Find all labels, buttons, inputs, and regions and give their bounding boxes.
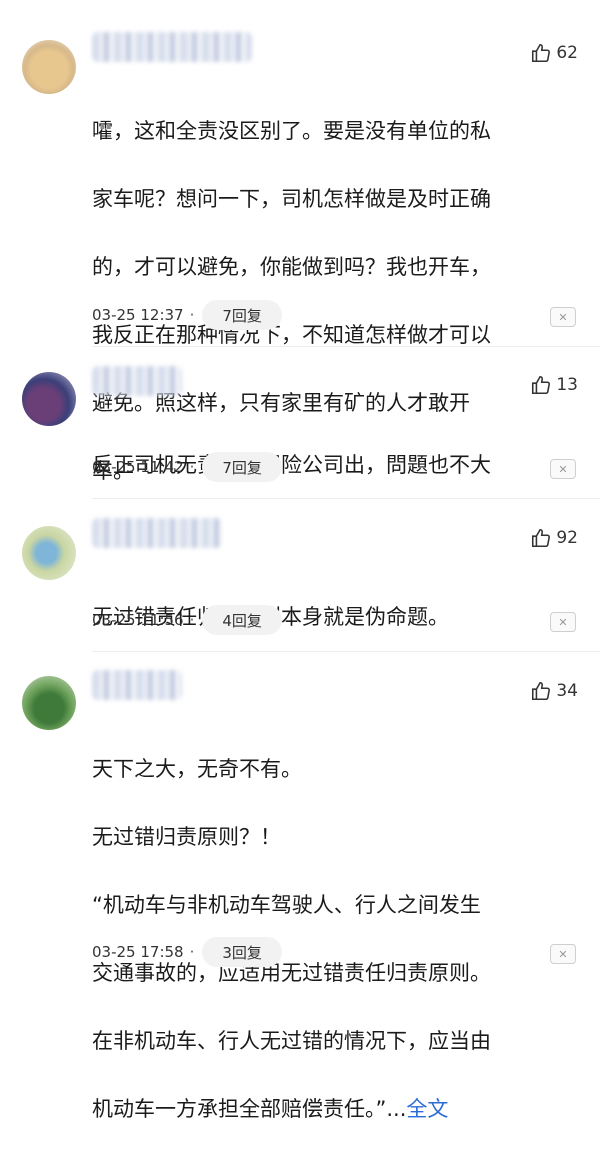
like-count: 62 — [556, 43, 578, 63]
close-icon[interactable]: ✕ — [550, 944, 576, 964]
replies-button[interactable]: 4回复 — [202, 605, 282, 635]
thumbs-up-icon — [532, 43, 551, 63]
close-icon[interactable]: ✕ — [550, 612, 576, 632]
username-blurred[interactable] — [92, 518, 222, 548]
separator-dot: · — [189, 943, 195, 961]
timestamp: 03-25 17:58 — [92, 943, 184, 961]
separator-dot: · — [189, 458, 195, 476]
expand-full-text-link[interactable]: 全文 — [406, 1097, 448, 1121]
close-icon[interactable]: ✕ — [550, 459, 576, 479]
thumbs-up-icon — [532, 528, 551, 548]
like-count: 34 — [556, 681, 578, 701]
like-button[interactable]: 92 — [530, 527, 578, 549]
close-icon[interactable]: ✕ — [550, 307, 576, 327]
username-blurred[interactable] — [92, 670, 182, 700]
like-button[interactable]: 62 — [530, 42, 578, 64]
comment-meta: 03-25 11:42 · 7回复 — [92, 452, 282, 482]
timestamp: 03-25 12:37 — [92, 306, 184, 324]
avatar[interactable] — [22, 526, 76, 580]
avatar[interactable] — [22, 372, 76, 426]
timestamp: 03-25 11:56 — [92, 611, 184, 629]
divider — [92, 651, 600, 652]
thumbs-up-icon — [532, 681, 551, 701]
like-button[interactable]: 13 — [530, 374, 578, 396]
replies-button[interactable]: 7回复 — [202, 452, 282, 482]
avatar[interactable] — [22, 40, 76, 94]
replies-button[interactable]: 3回复 — [202, 937, 282, 967]
thumbs-up-icon — [532, 375, 551, 395]
replies-button[interactable]: 7回复 — [202, 300, 282, 330]
username-blurred[interactable] — [92, 32, 252, 62]
separator-dot: · — [189, 611, 195, 629]
like-button[interactable]: 34 — [530, 680, 578, 702]
like-count: 92 — [556, 528, 578, 548]
divider — [92, 346, 600, 347]
comment-meta: 03-25 11:56 · 4回复 — [92, 605, 282, 635]
comment-meta: 03-25 12:37 · 7回复 — [92, 300, 282, 330]
like-count: 13 — [556, 375, 578, 395]
avatar[interactable] — [22, 676, 76, 730]
username-blurred[interactable] — [92, 366, 182, 396]
divider — [92, 498, 600, 499]
comment-meta: 03-25 17:58 · 3回复 — [92, 937, 282, 967]
separator-dot: · — [189, 306, 195, 324]
timestamp: 03-25 11:42 — [92, 458, 184, 476]
